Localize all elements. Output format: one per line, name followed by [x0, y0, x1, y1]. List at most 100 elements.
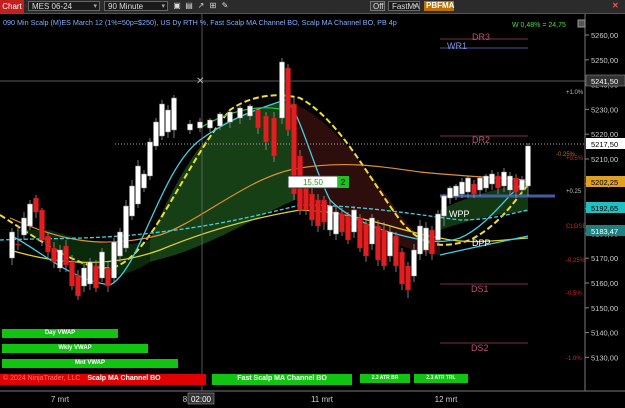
candle-body — [339, 213, 345, 233]
price-tag-1-text: 5202,25 — [591, 178, 618, 187]
candle-body — [411, 249, 417, 277]
price-tick-label: 5260,00 — [591, 31, 618, 40]
candle-body — [465, 177, 471, 193]
candle-body — [363, 223, 369, 257]
pct-neg-top: -0.25% — [556, 152, 576, 158]
candle-body — [507, 175, 513, 191]
candle-body — [271, 117, 277, 157]
price-tick-label: 5150,00 — [591, 304, 618, 313]
candle-body — [315, 199, 321, 227]
candle-body — [483, 175, 489, 189]
price-tick-label: 5140,00 — [591, 329, 618, 338]
candle-body — [57, 249, 63, 269]
candle-body — [351, 209, 357, 233]
candle-body — [489, 173, 495, 185]
candle-body — [441, 195, 447, 217]
candle-body — [447, 187, 453, 199]
price-tag-3-text: 5183,47 — [591, 227, 618, 236]
candle-body — [21, 217, 27, 236]
scalp-channel-label: Scalp MA Channel BO — [87, 375, 161, 382]
candle-body — [147, 141, 153, 177]
candle-body — [263, 115, 269, 143]
price-tag-2-text: 5192,65 — [591, 204, 618, 213]
candle-body — [81, 267, 87, 287]
candle-body — [63, 245, 69, 266]
mnt-vwap-button[interactable]: Mnt VWAP — [2, 359, 178, 368]
candle-body — [39, 209, 45, 241]
chart-header: 090 Min Scalp (M)ES March 12 (1%=50p=$25… — [3, 18, 397, 27]
candle-body — [87, 261, 93, 285]
candle-body — [129, 185, 135, 217]
day-vwap-button[interactable]: Day VWAP — [2, 329, 118, 338]
candle-body — [453, 185, 459, 197]
candle-body — [513, 177, 519, 193]
candle-body — [227, 111, 233, 123]
atr-trl-button[interactable]: 2.3 ATR TRL — [414, 374, 468, 383]
candle-body — [321, 199, 327, 223]
ds2-label: DS2 — [471, 343, 489, 353]
wl-label: W 0,48% = 24,75 — [512, 22, 566, 29]
candle-body — [69, 261, 75, 287]
candle-body — [393, 235, 399, 267]
price-tick-label: 5210,00 — [591, 155, 618, 164]
fast-channel-label: Fast Scalp MA Channel BO — [237, 375, 327, 382]
value-marker-badge: 2 — [341, 178, 346, 187]
candle-body — [501, 171, 507, 187]
candle-body — [197, 121, 203, 129]
candle-body — [309, 193, 315, 221]
candle-body — [345, 215, 351, 241]
candle-body — [187, 123, 193, 131]
time-cursor-text: 02:00 — [191, 395, 212, 404]
candle-body — [525, 145, 531, 187]
candle-body — [217, 113, 223, 127]
candle-body — [435, 213, 441, 241]
candle-body — [207, 119, 213, 129]
candle-body — [399, 251, 405, 285]
dr3-label: DR3 — [472, 32, 490, 42]
candle-body — [141, 173, 147, 189]
candle-body — [357, 217, 363, 249]
wkly-vwap-button[interactable]: Wkly VWAP — [2, 344, 148, 353]
candle-body — [423, 227, 429, 251]
candle-body — [105, 267, 111, 287]
candle-body — [333, 211, 339, 235]
close-label: CLOSE — [566, 224, 586, 230]
crosshair-price-text: 5241,50 — [591, 77, 618, 86]
atr-br-button[interactable]: 2.3 ATR BR — [360, 374, 410, 383]
candle-body — [171, 97, 177, 131]
candle-body — [153, 121, 159, 147]
axis-scale-button[interactable] — [577, 19, 586, 28]
candle-body — [9, 231, 15, 259]
last-price-text: 5217,50 — [591, 140, 618, 149]
candle-body — [387, 231, 393, 257]
candle-body — [519, 179, 525, 191]
candle-body — [15, 243, 21, 246]
crosshair-cursor-icon: ✕ — [196, 76, 204, 87]
candle-body — [93, 265, 99, 289]
time-label-4: 12 mrt — [435, 395, 458, 404]
pct-plus-1: +1.0% — [566, 90, 584, 96]
candle-body — [375, 225, 381, 261]
candle-body — [27, 203, 33, 227]
candle-body — [429, 229, 435, 255]
pct-plus-025: +0.25 — [566, 189, 582, 195]
dpp-label: DPP — [472, 238, 491, 248]
candle-body — [471, 183, 477, 195]
candle-body — [381, 229, 387, 267]
candle-body — [99, 251, 105, 279]
price-tick-label: 5170,00 — [591, 254, 618, 263]
candle-body — [405, 265, 411, 291]
value-marker-text: 15,50 — [303, 178, 324, 187]
ds1-label: DS1 — [471, 284, 489, 294]
candle-body — [247, 105, 253, 117]
price-tick-label: 5250,00 — [591, 56, 618, 65]
candle-body — [111, 241, 117, 279]
time-label-1: 7 mrt — [51, 395, 70, 404]
candle-body — [237, 107, 243, 119]
candle-body — [135, 165, 141, 205]
candle-body — [123, 205, 129, 249]
pct-minus-05: -0.5% — [566, 291, 582, 297]
candle-body — [255, 109, 261, 129]
candle-body — [75, 274, 81, 297]
candle-body — [279, 61, 285, 119]
